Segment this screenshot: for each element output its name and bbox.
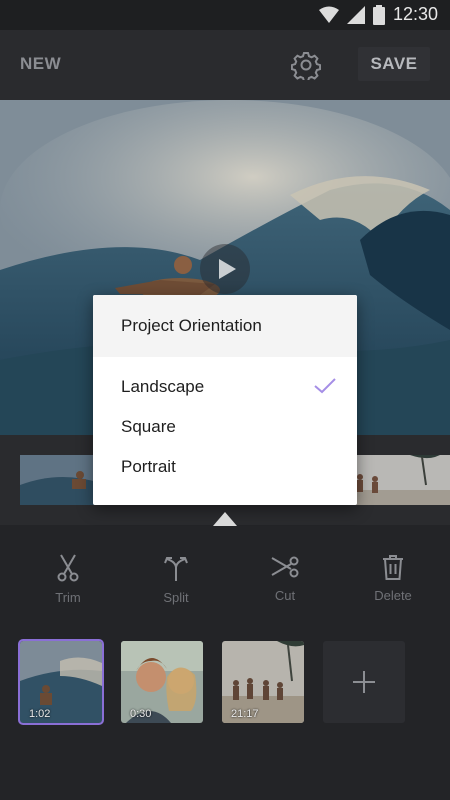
timeline-pointer <box>213 512 237 526</box>
clip-duration: 0:30 <box>130 708 152 720</box>
trim-label: Trim <box>55 590 81 605</box>
play-icon <box>219 259 236 279</box>
clip-thumbnail[interactable]: 1:02 <box>18 639 104 725</box>
option-landscape[interactable]: Landscape <box>121 377 204 397</box>
check-icon <box>314 378 336 394</box>
gear-icon <box>290 52 322 83</box>
delete-label: Delete <box>374 588 412 603</box>
split-button[interactable]: Split <box>136 554 216 605</box>
status-bar: 12:30 <box>0 0 450 30</box>
top-toolbar: NEW SAVE <box>0 30 450 100</box>
status-icons: 12:30 <box>318 4 438 25</box>
trash-icon <box>383 555 403 580</box>
clip-list: 1:02 0:30 21:17 <box>0 636 450 800</box>
trim-button[interactable]: Trim <box>28 554 108 605</box>
dialog-title: Project Orientation <box>93 295 357 357</box>
add-clip-button[interactable] <box>323 641 405 723</box>
play-button[interactable] <box>200 244 250 294</box>
clip-duration: 21:17 <box>231 708 259 720</box>
edit-tools: Trim Split Cut Delete <box>0 526 450 636</box>
delete-button[interactable]: Delete <box>353 554 433 603</box>
wifi-icon <box>318 6 339 23</box>
split-icon <box>164 557 188 581</box>
orientation-dialog: Project Orientation Landscape Square Por… <box>93 295 357 505</box>
clip-thumbnail[interactable]: 0:30 <box>121 641 203 723</box>
clip-duration: 1:02 <box>29 708 51 720</box>
new-button[interactable]: NEW <box>20 54 61 74</box>
scissors-icon <box>57 554 79 582</box>
split-label: Split <box>163 590 189 605</box>
option-square[interactable]: Square <box>121 417 176 437</box>
settings-button[interactable] <box>290 50 322 83</box>
option-portrait[interactable]: Portrait <box>121 457 176 477</box>
cut-icon <box>271 556 299 578</box>
battery-icon <box>372 4 385 25</box>
clip-thumbnail[interactable]: 21:17 <box>222 641 304 723</box>
status-time: 12:30 <box>392 4 438 24</box>
cut-label: Cut <box>274 588 296 603</box>
cut-button[interactable]: Cut <box>245 554 325 603</box>
timeline-frame <box>20 455 100 505</box>
save-button[interactable]: SAVE <box>358 47 430 81</box>
signal-icon <box>346 5 365 24</box>
